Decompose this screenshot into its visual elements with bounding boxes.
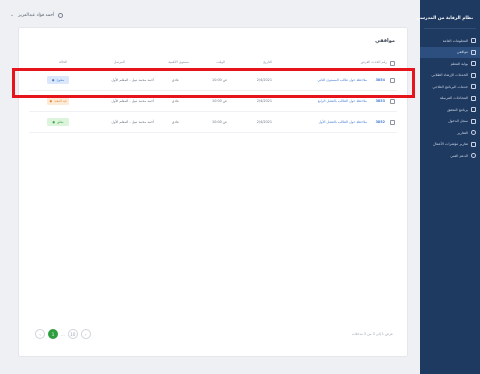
check-icon	[471, 107, 476, 113]
sidebar-item-guidance[interactable]: الخدمات الإرشاد الطلابي	[420, 70, 480, 82]
guidance-icon	[471, 72, 476, 78]
entries-info: عرض 1 إلى 3 من 3 مدخلات	[351, 332, 393, 336]
status-dot-icon: ●	[49, 99, 53, 103]
user-name[interactable]: أحمد فؤاد عبدالعزيز	[18, 13, 54, 18]
status-dot-icon: ●	[51, 78, 55, 82]
sidebar-item-messages[interactable]: المحادثات المرسلة	[420, 93, 480, 105]
user-icon[interactable]	[58, 12, 64, 18]
sidebar-item-label: الدعم الفني	[450, 153, 468, 158]
col-time: الوقت	[216, 60, 225, 64]
sidebar-item-general-info[interactable]: المعلومات العامة	[420, 35, 480, 47]
row-subject[interactable]: ملاحظة حول الطالب بالفصل الرابع	[318, 99, 367, 103]
status-badge: ● قيد التنفيذ	[47, 97, 69, 105]
sidebar-item-label: المحادثات المرسلة	[439, 96, 468, 101]
col-number: رقم الحدث العرض	[360, 60, 387, 64]
select-all-checkbox[interactable]	[390, 61, 395, 66]
row-date: 2/4/2021	[256, 78, 272, 82]
sidebar-item-reports[interactable]: التقارير	[420, 127, 480, 139]
brand[interactable]: نظام الرقابة من المدرسي	[416, 0, 480, 26]
status-badge: ● مغلق	[47, 118, 69, 126]
row-id[interactable]: 3853	[376, 99, 385, 103]
table-header: رقم الحدث العرض التاريخ الوقت مستوى الأه…	[29, 59, 397, 69]
sidebar-item-label: تقارير مؤشرات الأعمال	[432, 142, 468, 147]
topbar: ⌄ أحمد فؤاد عبدالعزيز	[10, 10, 414, 20]
page-title: مواقفي	[375, 38, 395, 44]
brand-title: نظام الرقابة من المدرسي	[416, 15, 473, 21]
remedial-icon	[471, 84, 476, 90]
next-page-button[interactable]: ›	[80, 329, 91, 339]
col-type: مستوى الأهمية	[168, 60, 189, 64]
sidebar-item-teacher-portal[interactable]: بوابة المعلم	[420, 58, 480, 70]
row-id[interactable]: 3852	[376, 120, 385, 124]
table-row[interactable]: 3854 ملاحظة حول طالب المستوى الثاني 2/4/…	[29, 71, 397, 91]
table-row[interactable]: 3852 ملاحظة حول الطالب بالفصل الأول 2/4/…	[29, 113, 397, 133]
last-page-button[interactable]: 10	[67, 329, 78, 339]
row-owner: أحمد محمد نبيل - المعلم الأول	[111, 78, 154, 82]
col-status: الحالة	[58, 60, 67, 64]
row-time: 10:00 ص	[212, 78, 227, 82]
status-label: قيد التنفيذ	[54, 99, 67, 103]
row-owner: أحمد محمد نبيل - المعلم الأول	[111, 99, 154, 103]
portal-icon	[471, 61, 476, 67]
sidebar-nav: المعلومات العامة مواقفي بوابة المعلم الخ…	[420, 35, 480, 162]
table-footer: عرض 1 إلى 3 من 3 مدخلات ‹ 1 ... 10 ›	[29, 328, 397, 342]
row-date: 2/4/2021	[256, 99, 272, 103]
row-type: عادي	[171, 78, 179, 82]
sidebar-item-label: الخدمات الإرشاد الطلابي	[431, 73, 468, 78]
row-checkbox[interactable]	[390, 119, 395, 125]
sidebar-divider	[424, 28, 476, 29]
sidebar-item-label: خدمات البرنامج العلاجي	[432, 84, 469, 89]
row-subject[interactable]: ملاحظة حول طالب المستوى الثاني	[318, 78, 367, 82]
row-date: 2/4/2021	[256, 120, 272, 124]
col-date: التاريخ	[263, 60, 272, 64]
sidebar-item-my-cases[interactable]: مواقفي	[420, 46, 480, 58]
status-label: مغلق	[57, 120, 64, 124]
clipboard-icon	[471, 49, 476, 55]
message-icon	[471, 95, 476, 101]
status-dot-icon: ●	[52, 120, 56, 124]
row-checkbox[interactable]	[390, 77, 395, 83]
row-time: 10:00 ص	[212, 120, 227, 124]
sidebar-item-kpi-reports[interactable]: تقارير مؤشرات الأعمال	[420, 139, 480, 151]
sidebar-item-verification[interactable]: برنامج التحقق	[420, 104, 480, 116]
table-row[interactable]: 3853 ملاحظة حول الطالب بالفصل الرابع 2/4…	[29, 92, 397, 112]
row-type: عادي	[171, 99, 179, 103]
support-icon	[471, 153, 476, 159]
sidebar: نظام الرقابة من المدرسي المعلومات العامة…	[416, 0, 480, 374]
grid-icon	[471, 38, 476, 44]
gear-icon	[471, 130, 476, 136]
sidebar-item-label: المعلومات العامة	[442, 38, 468, 43]
sidebar-item-login-log[interactable]: سجل الدخول	[420, 116, 480, 128]
chevron-down-icon[interactable]: ⌄	[10, 12, 14, 18]
log-icon	[471, 118, 476, 124]
row-checkbox[interactable]	[390, 98, 395, 104]
status-badge: ● مفتوح	[47, 76, 69, 84]
prev-page-button[interactable]: ‹	[35, 329, 45, 339]
status-label: مفتوح	[56, 78, 65, 82]
row-owner: أحمد محمد نبيل - المعلم الأول	[111, 120, 154, 124]
sidebar-item-label: التقارير	[457, 130, 468, 135]
sidebar-item-label: مواقفي	[456, 50, 468, 55]
sidebar-item-label: سجل الدخول	[448, 119, 468, 124]
sidebar-item-support[interactable]: الدعم الفني	[420, 150, 480, 162]
pagination: ‹ 1 ... 10 ›	[35, 329, 91, 339]
page-1-button[interactable]: 1	[48, 329, 58, 339]
row-subject[interactable]: ملاحظة حول الطالب بالفصل الأول	[318, 120, 367, 124]
sidebar-item-label: برنامج التحقق	[447, 107, 468, 112]
sidebar-item-label: بوابة المعلم	[450, 61, 468, 66]
chart-icon	[471, 141, 476, 147]
row-type: عادي	[171, 120, 179, 124]
sidebar-item-remedial[interactable]: خدمات البرنامج العلاجي	[420, 81, 480, 93]
pagination-ellipsis: ...	[61, 331, 65, 337]
col-owner: المرسل	[113, 60, 125, 64]
main-card: مواقفي رقم الحدث العرض التاريخ الوقت مست…	[18, 27, 408, 357]
row-time: 10:00 ص	[212, 99, 227, 103]
row-id[interactable]: 3854	[376, 78, 385, 82]
